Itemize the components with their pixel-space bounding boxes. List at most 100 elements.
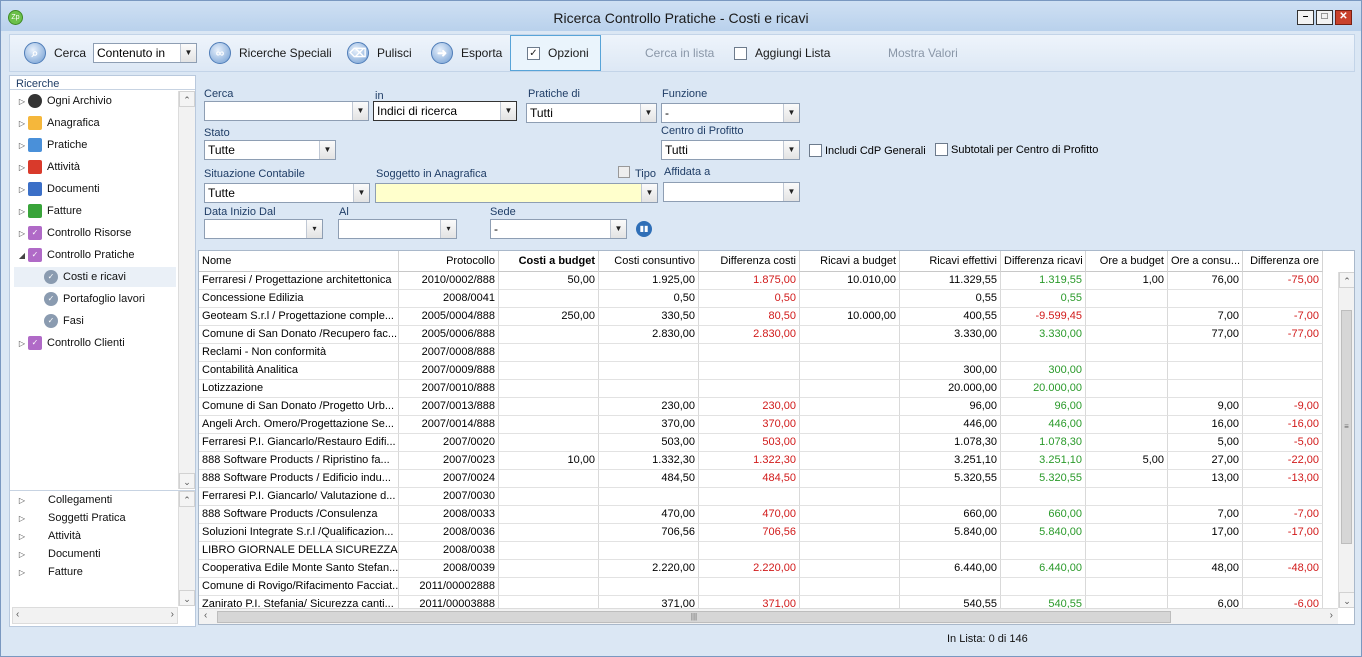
includi-cdp-checkbox[interactable] <box>809 144 822 157</box>
expand-icon[interactable]: ▷ <box>16 568 28 577</box>
scroll-left-icon[interactable]: ‹ <box>204 610 207 621</box>
hscroll-thumb[interactable]: ||| <box>217 611 1171 623</box>
column-header[interactable]: Differenza ore <box>1243 251 1323 272</box>
expand-icon[interactable]: ▷ <box>16 496 28 505</box>
column-header[interactable]: Differenza costi <box>699 251 800 272</box>
sidebar-item-documenti[interactable]: ▷ Documenti <box>16 179 100 199</box>
column-header[interactable]: Nome <box>199 251 399 272</box>
column-header[interactable]: Ore a consu... <box>1168 251 1243 272</box>
cerca-button[interactable]: ⌕ Cerca <box>24 35 86 71</box>
table-cell: 446,00 <box>900 416 1001 434</box>
scroll-down-icon[interactable]: ⌄ <box>179 590 195 606</box>
scroll-up-icon[interactable]: ⌃ <box>179 491 195 507</box>
pulisci-button[interactable]: ⌫ Pulisci <box>347 35 412 71</box>
sidebar-item-attivita[interactable]: ▷ Attività <box>16 157 80 177</box>
sidebar-item-documenti-collegati[interactable]: ▷ Documenti <box>16 544 101 564</box>
tipo-picker-icon[interactable] <box>618 166 630 178</box>
sidebar-item-ogni-archivio[interactable]: ▷ Ogni Archivio <box>16 91 112 111</box>
sidebar-item-soggetti-pratica[interactable]: ▷ Soggetti Pratica <box>16 508 126 528</box>
column-header[interactable]: Ore a budget <box>1086 251 1168 272</box>
ricerche-speciali-button[interactable]: ∞ Ricerche Speciali <box>209 35 332 71</box>
cerca-in-lista-button[interactable]: Cerca in lista <box>645 35 714 71</box>
includi-cdp-toggle[interactable]: Includi CdP Generali <box>809 144 926 157</box>
sidebar-item-costi-ricavi[interactable]: ✓ Costi e ricavi <box>14 267 176 287</box>
expand-icon[interactable]: ▷ <box>16 97 28 106</box>
scroll-right-icon[interactable]: › <box>1330 610 1333 621</box>
scroll-up-icon[interactable]: ⌃ <box>179 91 195 107</box>
aggiungi-lista-label: Aggiungi Lista <box>755 46 831 60</box>
column-header[interactable]: Costi consuntivo <box>599 251 699 272</box>
minimize-button[interactable]: – <box>1297 10 1314 25</box>
calendar-dropdown-icon[interactable]: ▾ <box>440 220 456 238</box>
data-al-input[interactable]: ▾ <box>338 219 457 239</box>
esporta-button[interactable]: ➜ Esporta <box>431 35 502 71</box>
sidebar-item-portafoglio-lavori[interactable]: ✓ Portafoglio lavori <box>44 289 145 309</box>
soggetto-anagrafica-input[interactable]: ▼ <box>375 183 658 203</box>
collapse-icon[interactable]: ◢ <box>16 251 28 260</box>
calendar-dropdown-icon[interactable]: ▾ <box>306 220 322 238</box>
cerca-input[interactable]: ▼ <box>204 101 369 121</box>
column-header[interactable]: Ricavi effettivi <box>900 251 1001 272</box>
sidebar-item-collegamenti[interactable]: ▷ Collegamenti <box>16 490 112 510</box>
expand-icon[interactable]: ▷ <box>16 550 28 559</box>
situazione-contabile-select[interactable]: Tutte ▼ <box>204 183 370 203</box>
expand-icon[interactable]: ▷ <box>16 163 28 172</box>
chart-icon[interactable]: ▮▮ <box>636 221 652 237</box>
affidata-a-select[interactable]: ▼ <box>663 182 800 202</box>
opzioni-toggle[interactable]: ✓ Opzioni <box>510 35 601 71</box>
status-bar: In Lista: 0 di 146 <box>9 630 1355 650</box>
scroll-down-icon[interactable]: ⌄ <box>179 473 195 489</box>
sidebar-bottom-scrollbar[interactable]: ⌃ ⌄ <box>178 491 195 606</box>
scroll-down-icon[interactable]: ⌄ <box>1339 592 1354 608</box>
scroll-up-icon[interactable]: ⌃ <box>1339 272 1354 288</box>
expand-icon[interactable]: ▷ <box>16 207 28 216</box>
funzione-select[interactable]: - ▼ <box>661 103 800 123</box>
expand-icon[interactable]: ▷ <box>16 339 28 348</box>
table-hscrollbar[interactable]: ‹ ||| › <box>199 608 1338 624</box>
sidebar-item-controllo-pratiche[interactable]: ◢ ✓ Controllo Pratiche <box>16 245 134 265</box>
scroll-left-icon[interactable]: ‹ <box>16 609 19 620</box>
mostra-valori-button[interactable]: Mostra Valori <box>888 35 958 71</box>
sidebar-item-fasi[interactable]: ✓ Fasi <box>44 311 84 331</box>
pratiche-di-select[interactable]: Tutti ▼ <box>526 103 657 123</box>
sidebar-item-pratiche[interactable]: ▷ Pratiche <box>16 135 87 155</box>
sidebar-item-fatture-collegate[interactable]: ▷ Fatture <box>16 562 83 582</box>
sidebar-item-controllo-clienti[interactable]: ▷ ✓ Controllo Clienti <box>16 333 125 353</box>
in-select[interactable]: Indici di ricerca ▼ <box>373 101 517 121</box>
scroll-thumb[interactable]: ≡ <box>1341 310 1352 544</box>
sidebar-item-attivita-collegate[interactable]: ▷ Attività <box>16 526 81 546</box>
table-cell <box>1168 578 1243 596</box>
search-icon: ⌕ <box>24 42 46 64</box>
close-button[interactable]: ✕ <box>1335 10 1352 25</box>
maximize-button[interactable]: □ <box>1316 10 1333 25</box>
data-inizio-input[interactable]: ▾ <box>204 219 323 239</box>
subtotali-toggle[interactable]: Subtotali per Centro di Profitto <box>935 143 1098 156</box>
expand-icon[interactable]: ▷ <box>16 119 28 128</box>
table-vscrollbar[interactable]: ⌃ ≡ ⌄ <box>1338 272 1354 608</box>
column-header[interactable]: Ricavi a budget <box>800 251 900 272</box>
sidebar-item-fatture[interactable]: ▷ Fatture <box>16 201 82 221</box>
column-header[interactable]: Protocollo <box>399 251 499 272</box>
expand-icon[interactable]: ▷ <box>16 185 28 194</box>
table-cell: 2007/0013/888 <box>399 398 499 416</box>
search-mode-select[interactable]: Contenuto in ▼ <box>93 43 197 63</box>
column-header[interactable]: Differenza ricavi <box>1001 251 1086 272</box>
scroll-right-icon[interactable]: › <box>171 609 174 620</box>
stato-select[interactable]: Tutte ▼ <box>204 140 336 160</box>
expand-icon[interactable]: ▷ <box>16 229 28 238</box>
expand-icon[interactable]: ▷ <box>16 532 28 541</box>
expand-icon[interactable]: ▷ <box>16 141 28 150</box>
aggiungi-lista-toggle[interactable]: Aggiungi Lista <box>734 35 830 71</box>
column-header[interactable]: Costi a budget <box>499 251 599 272</box>
table-cell: 13,00 <box>1168 470 1243 488</box>
sidebar-item-controllo-risorse[interactable]: ▷ ✓ Controllo Risorse <box>16 223 131 243</box>
sidebar-hscrollbar[interactable]: ‹ › <box>12 607 178 624</box>
expand-icon[interactable]: ▷ <box>16 514 28 523</box>
sidebar-scrollbar[interactable]: ⌃ ⌄ <box>178 91 195 489</box>
table-cell: 0,55 <box>1001 290 1086 308</box>
subtotali-checkbox[interactable] <box>935 143 948 156</box>
sede-select[interactable]: - ▼ <box>490 219 627 239</box>
table-cell: 330,50 <box>599 308 699 326</box>
centro-profitto-select[interactable]: Tutti ▼ <box>661 140 800 160</box>
sidebar-item-anagrafica[interactable]: ▷ Anagrafica <box>16 113 100 133</box>
